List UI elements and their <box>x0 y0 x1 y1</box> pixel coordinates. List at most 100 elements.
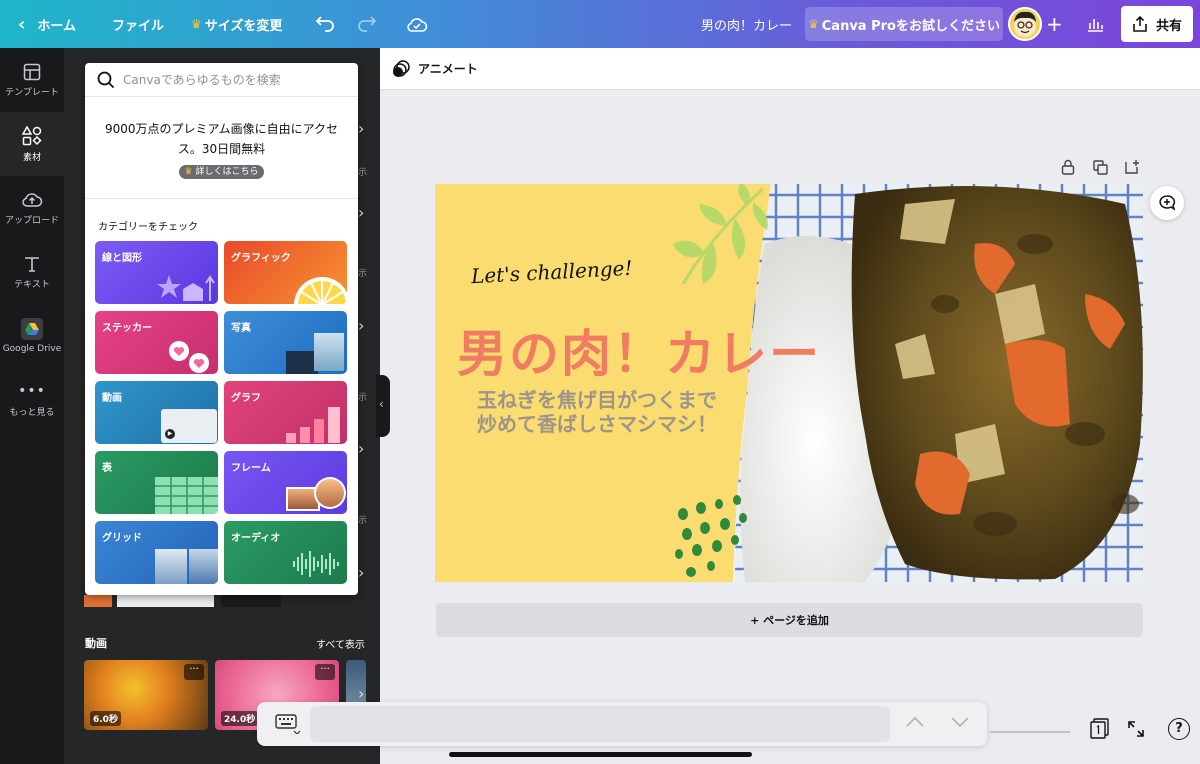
rail-label: アップロード <box>4 215 59 226</box>
google-drive-icon <box>21 318 43 340</box>
more-options-icon[interactable]: ··· <box>184 664 204 680</box>
crown-icon: ♛ <box>191 17 202 31</box>
design-page[interactable]: Let's challenge! 男の肉！カレー 玉ねぎを焦げ目がつくまで 炒め… <box>435 184 1143 582</box>
home-indicator <box>449 752 752 757</box>
subtitle-line: 玉ねぎを焦げ目がつくまで <box>477 388 717 412</box>
photo-thumbnail[interactable] <box>84 595 112 607</box>
add-member-button[interactable]: + <box>1046 0 1063 48</box>
cloud-save-button[interactable] <box>406 0 428 48</box>
category-charts[interactable]: グラフ <box>224 381 347 444</box>
category-photos[interactable]: 写真 <box>224 311 347 374</box>
redo-icon <box>358 16 377 32</box>
category-stickers[interactable]: ステッカー <box>95 311 218 374</box>
videos-see-all-link[interactable]: すべて表示 <box>316 636 365 651</box>
resize-button[interactable]: ♛ サイズを変更 <box>191 0 282 48</box>
design-subtitle[interactable]: 玉ねぎを焦げ目がつくまで 炒めて香ばしさマシマシ！ <box>477 388 717 436</box>
fullscreen-button[interactable] <box>1127 720 1145 742</box>
add-page-button[interactable]: + ページを追加 <box>436 603 1143 637</box>
category-label: 表 <box>102 463 112 474</box>
see-all-fragment: 示 <box>358 516 368 526</box>
category-label: ステッカー <box>102 323 152 334</box>
animate-label: アニメート <box>418 62 478 76</box>
duplicate-icon <box>1093 160 1108 175</box>
category-videos[interactable]: 動画 ▶ <box>95 381 218 444</box>
search-input[interactable] <box>123 72 343 87</box>
chevron-right-icon[interactable]: › <box>358 439 364 458</box>
photo-thumbnail[interactable] <box>221 595 281 607</box>
lemon-slice-icon <box>294 277 347 304</box>
insights-button[interactable] <box>1086 0 1104 48</box>
rail-item-more[interactable]: ••• もっと見る <box>0 368 64 432</box>
rail-label: 素材 <box>22 152 41 163</box>
duplicate-page-button[interactable] <box>1093 160 1108 179</box>
category-label: フレーム <box>231 463 271 474</box>
badge-label: 詳しくはこちら <box>195 167 259 177</box>
avatar[interactable] <box>1008 7 1042 41</box>
shapes-icon <box>22 125 42 145</box>
category-lines-shapes[interactable]: 線と図形 <box>95 241 218 304</box>
category-graphics[interactable]: グラフィック <box>224 241 347 304</box>
video-thumbnail[interactable]: ··· 6.0秒 <box>84 660 208 730</box>
redo-button[interactable] <box>357 0 377 48</box>
category-grids[interactable]: グリッド <box>95 521 218 584</box>
home-button[interactable]: ‹ ホーム <box>18 0 76 48</box>
keyboard-icon <box>275 714 301 735</box>
file-menu[interactable]: ファイル <box>112 0 164 48</box>
more-dots-icon: ••• <box>18 382 46 399</box>
pages-icon <box>1090 718 1109 739</box>
chevron-right-icon[interactable]: › <box>358 316 364 335</box>
share-button[interactable]: 共有 <box>1121 6 1193 42</box>
rail-item-google-drive[interactable]: Google Drive <box>0 304 64 368</box>
chevron-right-icon[interactable]: › <box>358 119 364 138</box>
lock-icon <box>1061 159 1075 175</box>
chevron-right-icon[interactable]: › <box>358 563 364 582</box>
shapes-illustration <box>157 275 215 301</box>
audio-waveform-icon <box>293 551 339 577</box>
zoom-slider-track[interactable] <box>990 731 1070 733</box>
page-count-button[interactable] <box>1090 718 1110 744</box>
category-audio[interactable]: オーディオ <box>224 521 347 584</box>
add-page-icon <box>1125 160 1139 174</box>
lock-page-button[interactable] <box>1061 159 1075 179</box>
heart-sticker-icon <box>169 341 209 373</box>
add-page-icon-button[interactable] <box>1125 159 1140 178</box>
undo-button[interactable] <box>315 0 335 48</box>
help-icon[interactable]: ? <box>1168 718 1190 740</box>
category-label: 写真 <box>231 323 251 334</box>
chevron-down-icon[interactable] <box>950 712 970 736</box>
rail-label: テンプレート <box>5 87 59 98</box>
more-options-icon[interactable]: ··· <box>315 664 335 680</box>
video-duration: 24.0秒 <box>221 711 259 726</box>
video-duration: 6.0秒 <box>90 711 121 726</box>
panel-collapse-handle[interactable]: ‹ <box>376 375 390 437</box>
rail-item-elements[interactable]: 素材 <box>0 112 64 176</box>
rail-item-templates[interactable]: テンプレート <box>0 48 64 112</box>
document-title[interactable]: 男の肉！カレー <box>701 0 792 48</box>
photo-thumbnail[interactable] <box>117 595 214 607</box>
category-label: グリッド <box>102 533 142 544</box>
category-frames[interactable]: フレーム <box>224 451 347 514</box>
photo-illustration <box>314 333 344 371</box>
frame-illustration <box>314 477 346 509</box>
learn-more-badge[interactable]: ♛ 詳しくはこちら <box>179 165 264 179</box>
chevron-up-icon[interactable] <box>905 712 925 737</box>
try-pro-button[interactable]: ♛ Canva Proをお試しください <box>805 7 1003 41</box>
dots-decoration <box>675 495 747 577</box>
design-title[interactable]: 男の肉！カレー <box>457 314 821 386</box>
chevron-right-icon[interactable]: › <box>358 684 364 703</box>
top-bar: ‹ ホーム ファイル ♛ サイズを変更 男の肉！カレー ♛ Canva Proを… <box>0 0 1200 48</box>
text-t-icon <box>25 256 39 272</box>
promo-text: 9000万点のプレミアム画像に自由にアクセス。30日間無料 <box>104 122 339 156</box>
animate-button[interactable]: アニメート <box>392 59 478 78</box>
suggestion-bar[interactable] <box>310 706 890 742</box>
comment-button[interactable] <box>1150 186 1184 220</box>
rail-item-uploads[interactable]: アップロード <box>0 176 64 240</box>
undo-icon <box>315 16 334 32</box>
chevron-right-icon[interactable]: › <box>358 203 364 222</box>
see-all-fragment: 示 <box>358 269 368 279</box>
rail-item-text[interactable]: テキスト <box>0 240 64 304</box>
keyboard-toggle-button[interactable] <box>275 714 301 738</box>
category-tables[interactable]: 表 <box>95 451 218 514</box>
keyboard-accessory-bar <box>257 702 987 746</box>
animate-icon <box>393 59 410 77</box>
